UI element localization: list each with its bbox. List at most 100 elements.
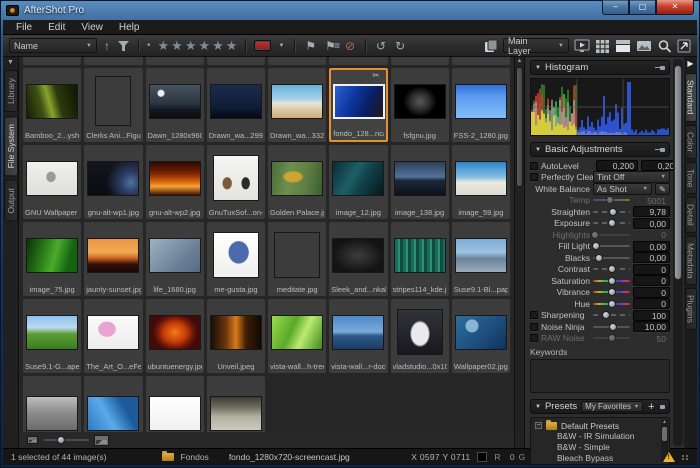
thumbnail-image[interactable] xyxy=(271,315,323,350)
panel-collapse-icon[interactable]: ▼ xyxy=(7,59,14,66)
slider-handle[interactable] xyxy=(609,323,617,331)
thumbnail-cell[interactable]: life_1680.jpg xyxy=(146,222,204,296)
thumbnail-cell[interactable]: ✂fondo_128...ncast.jpg xyxy=(329,68,387,142)
thumbnail-cell[interactable]: Golden Palace.jpg xyxy=(268,145,326,219)
slideshow-icon[interactable] xyxy=(574,39,590,53)
menu-view[interactable]: View xyxy=(74,21,110,34)
menu-edit[interactable]: Edit xyxy=(41,21,72,34)
tab-detail[interactable]: Detail xyxy=(685,197,697,233)
slider[interactable] xyxy=(593,268,630,270)
slider[interactable] xyxy=(593,337,630,339)
thumbnail-image[interactable] xyxy=(26,238,78,273)
title-bar[interactable]: AfterShot Pro – ▢ ✕ xyxy=(0,0,700,20)
slider-handle[interactable] xyxy=(608,265,616,273)
presets-favorites-select[interactable]: My Favorites ▼ xyxy=(581,401,643,412)
preset-item[interactable]: Bleach Bypass xyxy=(535,453,659,464)
thumbnail-cell-clipped[interactable] xyxy=(268,57,326,65)
slider[interactable] xyxy=(593,291,630,293)
thumbnail-cell[interactable]: GNU Wallpaper 2.jpg xyxy=(23,145,81,219)
thumbnail-image[interactable] xyxy=(87,238,139,273)
sort-field-select[interactable]: Name ▼ xyxy=(9,38,97,53)
thumbnail-image[interactable] xyxy=(95,76,131,126)
slider[interactable] xyxy=(593,222,630,224)
slider-handle[interactable] xyxy=(609,208,617,216)
keywords-input[interactable] xyxy=(530,359,670,393)
thumbnail-image[interactable] xyxy=(87,315,139,350)
thumbnail-image[interactable] xyxy=(26,84,78,119)
slider-handle[interactable] xyxy=(608,277,616,285)
dropdown-white-balance[interactable]: As Shot▼ xyxy=(593,183,652,195)
panel-expand-icon[interactable]: ▶ xyxy=(687,59,693,69)
slider-handle[interactable] xyxy=(595,254,603,262)
layer-select[interactable]: Main Layer ▼ xyxy=(503,38,569,53)
thumbnail-cell[interactable]: gnu-alt-wp1.jpg xyxy=(84,145,142,219)
thumbnail-image[interactable] xyxy=(394,161,446,196)
slider[interactable] xyxy=(593,245,630,247)
thumbnail-cell[interactable]: vista-wall...r-dock.jpg xyxy=(329,299,387,373)
thumbnail-image[interactable] xyxy=(332,315,384,350)
rating-none-icon[interactable]: • xyxy=(147,40,151,51)
slider-handle[interactable] xyxy=(608,288,616,296)
collapse-icon[interactable]: ▼ xyxy=(535,147,541,153)
thumbnail-image[interactable] xyxy=(394,238,446,273)
tab-plugins[interactable]: Plugins xyxy=(685,288,697,330)
thumbnail-cell[interactable]: Wallpaper02.jpg xyxy=(452,299,510,373)
flag-pick-icon[interactable]: ⚑ xyxy=(303,40,318,52)
value-field[interactable]: 0 xyxy=(633,287,670,298)
slider[interactable] xyxy=(593,326,630,328)
flag-reject-icon[interactable]: ⊘ xyxy=(343,40,357,52)
value-field[interactable]: 0,200 xyxy=(596,160,638,171)
thumbnail-cell[interactable] xyxy=(207,376,265,432)
thumbnail-image[interactable] xyxy=(332,238,384,273)
checkbox[interactable] xyxy=(530,323,538,331)
color-label-dropdown-icon[interactable]: ▼ xyxy=(276,40,286,52)
thumbnail-cell[interactable]: FSS-2_1280.jpg xyxy=(452,68,510,142)
checkbox[interactable] xyxy=(530,334,538,342)
resize-grip[interactable] xyxy=(682,455,689,460)
value-field[interactable]: 50 xyxy=(633,333,670,344)
slider[interactable] xyxy=(593,303,630,305)
thumbnail-image[interactable] xyxy=(210,84,262,119)
thumbnail-cell[interactable]: image_12.jpg xyxy=(329,145,387,219)
thumbnail-image[interactable] xyxy=(455,161,507,196)
thumbnail-image[interactable] xyxy=(26,161,78,196)
thumbnail-cell[interactable]: Clerks Ani...Figure.jpg xyxy=(84,68,142,142)
thumbnail-cell[interactable]: Sleek_and...nkahn.jpg xyxy=(329,222,387,296)
maximize-button[interactable]: ▢ xyxy=(629,0,656,15)
presets-section-header[interactable]: ▼ Presets My Favorites ▼ + xyxy=(530,399,670,414)
thumbnail-cell[interactable]: Bamboo_2...ysha.jpg xyxy=(23,68,81,142)
checkbox[interactable] xyxy=(530,173,538,181)
thumbnail-cell[interactable]: image_75.jpg xyxy=(23,222,81,296)
thumbnail-image[interactable] xyxy=(210,315,262,350)
fullscreen-icon[interactable] xyxy=(677,39,691,53)
slider[interactable] xyxy=(593,234,630,236)
eyedropper-icon[interactable]: ✎ xyxy=(655,183,670,195)
value-field[interactable]: 0 xyxy=(633,264,670,275)
thumbnail-cell[interactable]: vista-wall...h-tree.jpg xyxy=(268,299,326,373)
sort-ascending-icon[interactable]: ↑ xyxy=(102,40,112,52)
thumbnail-cell[interactable]: stripes114_kde.jpg xyxy=(391,222,449,296)
collapse-icon[interactable]: ▼ xyxy=(535,404,541,410)
slider-handle[interactable] xyxy=(608,334,616,342)
histogram-section-header[interactable]: ▼ Histogram xyxy=(530,60,670,75)
thumbnail-cell[interactable]: ubuntuenergy.jpg xyxy=(146,299,204,373)
value-field[interactable]: 10,00 xyxy=(633,321,670,332)
value-field[interactable]: 100 xyxy=(633,310,670,321)
rating-star-icon[interactable]: ★ xyxy=(158,39,170,52)
thumbnail-image[interactable] xyxy=(87,161,139,196)
value-field[interactable]: 0,00 xyxy=(633,218,670,229)
thumbnail-image[interactable] xyxy=(213,155,259,201)
thumbnail-cell-clipped[interactable] xyxy=(329,57,387,65)
thumbnail-cell-clipped[interactable] xyxy=(23,57,81,65)
close-button[interactable]: ✕ xyxy=(656,0,694,15)
thumbnail-cell[interactable]: image_59.jpg xyxy=(452,145,510,219)
thumbnail-cell[interactable]: fsfgnu.jpg xyxy=(391,68,449,142)
slider-handle[interactable] xyxy=(602,311,610,319)
tab-standard[interactable]: Standard xyxy=(685,73,697,122)
thumbnail-image[interactable] xyxy=(149,396,201,431)
tools-panel-scrollbar[interactable] xyxy=(673,59,683,446)
rating-star-icon[interactable]: ★ xyxy=(198,39,210,52)
rating-star-icon[interactable]: ★ xyxy=(185,39,197,52)
pin-icon[interactable] xyxy=(655,64,665,72)
basic-adjustments-section-header[interactable]: ▼ Basic Adjustments xyxy=(530,142,670,157)
